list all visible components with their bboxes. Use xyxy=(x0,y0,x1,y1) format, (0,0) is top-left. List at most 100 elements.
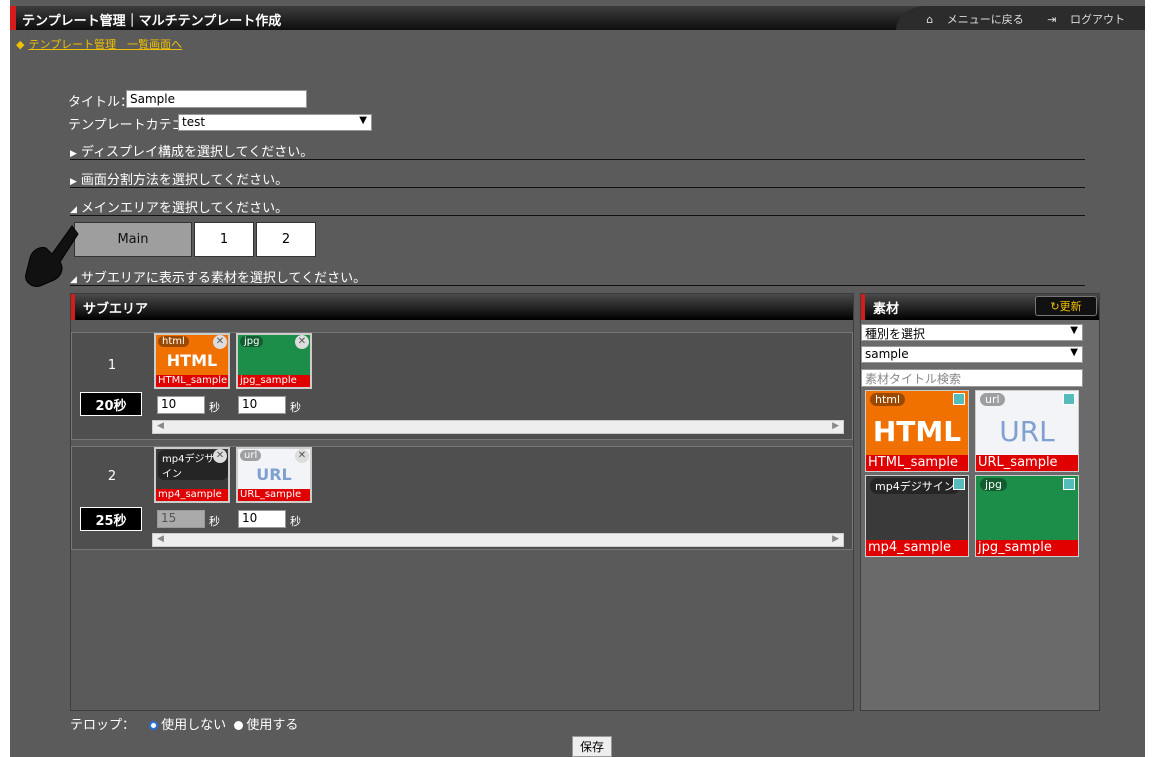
section-main-area[interactable]: ◢ メインエリアを選択してください。 xyxy=(70,197,1085,216)
menu-back-label: メニューに戻る xyxy=(946,13,1024,26)
logout-icon: ⇥ xyxy=(1047,13,1057,26)
materials-title: 素材 xyxy=(873,302,900,317)
preview-icon[interactable] xyxy=(953,393,965,405)
item-caption: URL_sample xyxy=(238,489,310,501)
app-frame: テンプレート管理｜マルチテンプレート作成 ⌂ メニューに戻る ⇥ ログアウト ◆… xyxy=(10,0,1145,757)
item-preview-text: HTML xyxy=(166,351,218,370)
close-icon[interactable]: ✕ xyxy=(295,449,309,463)
subarea-row-2: 2 25秒 mp4デジサイン ✕ mp4_sample url ✕ URL UR… xyxy=(71,446,853,550)
header-bar: テンプレート管理｜マルチテンプレート作成 ⌂ メニューに戻る ⇥ ログアウト xyxy=(10,6,1145,30)
breadcrumb-bullet-icon: ◆ xyxy=(16,38,25,51)
section-display[interactable]: ▶ ディスプレイ構成を選択してください。 xyxy=(70,141,1085,160)
seconds-input[interactable]: 10 xyxy=(238,396,286,414)
title-input[interactable]: Sample xyxy=(126,90,307,108)
back-to-list-link[interactable]: テンプレート管理 一覧画面へ xyxy=(28,38,182,51)
title-label: タイトル： xyxy=(68,95,134,110)
subarea-row-1: 1 20秒 html ✕ HTML HTML_sample jpg ✕ jpg_… xyxy=(71,332,853,440)
close-icon[interactable]: ✕ xyxy=(213,335,227,349)
radio-telop-on[interactable] xyxy=(234,721,244,730)
menu-back-link[interactable]: ⌂ メニューに戻る xyxy=(916,13,1023,26)
preview-icon[interactable] xyxy=(1063,393,1075,405)
row-item-thumb[interactable]: url ✕ URL URL_sample xyxy=(236,447,312,503)
header-nav: ⌂ メニューに戻る ⇥ ログアウト xyxy=(906,11,1125,27)
scroll-left-icon[interactable]: ◀ xyxy=(157,534,164,544)
logout-link[interactable]: ⇥ ログアウト xyxy=(1037,13,1125,26)
item-type-tag: jpg xyxy=(240,336,264,347)
breadcrumb: ◆ テンプレート管理 一覧画面へ xyxy=(16,36,182,52)
section-split[interactable]: ▶ 画面分割方法を選択してください。 xyxy=(70,169,1085,188)
radio-telop-off[interactable] xyxy=(149,721,159,730)
telop-off-label[interactable]: 使用しない xyxy=(161,718,226,733)
seconds-label: 秒 xyxy=(209,515,220,528)
seconds-label: 秒 xyxy=(209,401,220,414)
subarea-header: サブエリア xyxy=(71,294,853,320)
triangle-down-icon: ◢ xyxy=(70,205,77,215)
main-area-button-1[interactable]: 1 xyxy=(194,222,254,257)
telop-on-label[interactable]: 使用する xyxy=(246,718,298,733)
chevron-down-icon: ▼ xyxy=(1070,347,1078,358)
material-item[interactable]: url URL URL_sample xyxy=(975,390,1079,472)
section-sub-material-label: サブエリアに表示する素材を選択してください。 xyxy=(80,271,367,286)
row-number: 1 xyxy=(107,358,117,373)
preview-icon[interactable] xyxy=(1063,478,1075,490)
row-item-thumb[interactable]: jpg ✕ jpg_sample xyxy=(236,333,312,389)
main-area-button-main[interactable]: Main xyxy=(74,222,192,257)
save-button[interactable]: 保存 xyxy=(572,736,612,757)
item-caption: jpg_sample xyxy=(238,375,310,387)
item-caption: HTML_sample xyxy=(156,375,228,387)
item-preview-text: URL xyxy=(256,465,292,484)
seconds-input-disabled: 15 xyxy=(157,510,205,528)
main-area-button-2[interactable]: 2 xyxy=(256,222,316,257)
telop-row: テロップ： 使用しない 使用する xyxy=(70,714,298,733)
triangle-right-icon: ▶ xyxy=(70,177,77,187)
material-type-tag: jpg xyxy=(980,478,1008,491)
subarea-panel: サブエリア 1 20秒 html ✕ HTML HTML_sample jpg … xyxy=(70,293,854,711)
telop-label: テロップ： xyxy=(70,718,136,733)
type-select-value: 種別を選択 xyxy=(865,327,926,341)
material-preview-text: URL xyxy=(999,415,1055,448)
material-type-tag: url xyxy=(980,393,1005,406)
seconds-input[interactable]: 10 xyxy=(238,510,286,528)
material-item[interactable]: mp4デジサイン mp4_sample xyxy=(865,475,969,557)
scroll-right-icon[interactable]: ▶ xyxy=(832,421,839,431)
material-item[interactable]: jpg jpg_sample xyxy=(975,475,1079,557)
close-icon[interactable]: ✕ xyxy=(295,335,309,349)
horizontal-scrollbar[interactable]: ◀ ▶ xyxy=(152,420,844,434)
row-item-thumb[interactable]: html ✕ HTML HTML_sample xyxy=(154,333,230,389)
material-caption: jpg_sample xyxy=(976,540,1078,556)
preview-icon[interactable] xyxy=(953,478,965,490)
material-preview-text: HTML xyxy=(872,415,962,448)
category-select[interactable]: test ▼ xyxy=(178,114,372,131)
folder-select-value: sample xyxy=(865,347,909,361)
type-select[interactable]: 種別を選択 ▼ xyxy=(861,324,1083,341)
item-type-tag: html xyxy=(158,336,189,347)
section-display-label: ディスプレイ構成を選択してください。 xyxy=(80,145,314,160)
material-caption: mp4_sample xyxy=(866,540,968,556)
material-item[interactable]: html HTML HTML_sample xyxy=(865,390,969,472)
seconds-label: 秒 xyxy=(290,515,301,528)
category-value: test xyxy=(182,115,206,129)
material-caption: URL_sample xyxy=(976,455,1078,471)
close-icon[interactable]: ✕ xyxy=(213,449,227,463)
refresh-button[interactable]: ↻ 更新 xyxy=(1035,296,1097,316)
refresh-icon: ↻ xyxy=(1050,299,1060,313)
seconds-label: 秒 xyxy=(290,401,301,414)
material-search-input[interactable]: 素材タイトル検索 xyxy=(861,369,1083,387)
chevron-down-icon: ▼ xyxy=(359,115,367,126)
seconds-input[interactable]: 10 xyxy=(157,396,205,414)
scroll-right-icon[interactable]: ▶ xyxy=(832,534,839,544)
home-icon: ⌂ xyxy=(926,13,934,26)
chevron-down-icon: ▼ xyxy=(1070,325,1078,336)
page-title: テンプレート管理｜マルチテンプレート作成 xyxy=(22,14,282,29)
scroll-left-icon[interactable]: ◀ xyxy=(157,421,164,431)
material-type-tag: html xyxy=(870,393,906,406)
row-time: 20秒 xyxy=(80,392,142,416)
logout-label: ログアウト xyxy=(1070,13,1125,26)
row-item-thumb[interactable]: mp4デジサイン ✕ mp4_sample xyxy=(154,447,230,503)
folder-select[interactable]: sample ▼ xyxy=(861,346,1083,363)
horizontal-scrollbar[interactable]: ◀ ▶ xyxy=(152,533,844,547)
triangle-right-icon: ▶ xyxy=(70,149,77,159)
row-number: 2 xyxy=(107,469,117,484)
triangle-down-icon: ◢ xyxy=(70,275,77,285)
section-sub-material[interactable]: ◢ サブエリアに表示する素材を選択してください。 xyxy=(70,267,1085,286)
